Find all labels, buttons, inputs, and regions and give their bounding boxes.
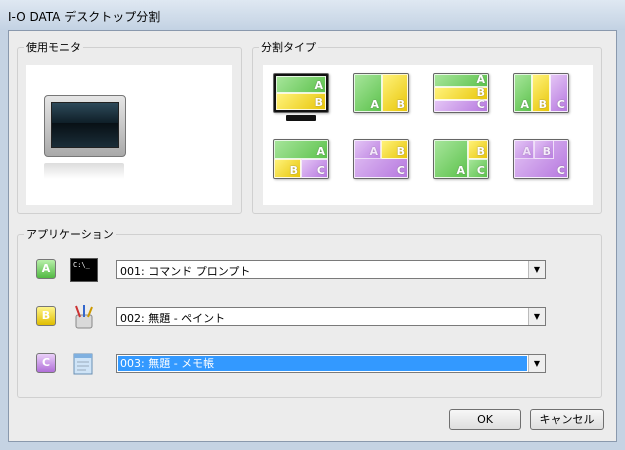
monitor-group-label: 使用モニタ — [26, 41, 81, 54]
application-group: アプリケーション A C:\_ 001: コマンド プロンプト ▼ B 002:… — [17, 226, 602, 398]
badge-b: B — [36, 306, 56, 326]
dialog-client: 使用モニタ 分割タイプ A B A B A B C A B C A B C C … — [8, 30, 617, 442]
split-type-ab-vertical[interactable]: A B — [353, 73, 409, 113]
split-type-abc-rows[interactable]: A B C — [433, 73, 489, 113]
monitor-reflection — [44, 163, 124, 179]
split-type-group-label: 分割タイプ — [261, 41, 316, 54]
app-select-a[interactable]: 001: コマンド プロンプト ▼ — [116, 260, 546, 279]
notepad-icon — [70, 352, 98, 376]
cancel-button[interactable]: キャンセル — [530, 409, 604, 430]
monitor-list — [26, 65, 232, 205]
app-row-a: A C:\_ 001: コマンド プロンプト ▼ — [36, 258, 556, 282]
ok-button[interactable]: OK — [449, 409, 521, 430]
app-select-c[interactable]: 003: 無題 - メモ帳 ▼ — [116, 354, 546, 373]
split-type-gallery: A B A B A B C A B C A B C C A B A B C C … — [263, 65, 593, 205]
app-select-b[interactable]: 002: 無題 - ペイント ▼ — [116, 307, 546, 326]
monitor-group: 使用モニタ — [17, 39, 242, 214]
application-group-label: アプリケーション — [26, 228, 114, 241]
chevron-down-icon[interactable]: ▼ — [528, 355, 545, 372]
app-select-a-value: 001: コマンド プロンプト — [120, 265, 251, 278]
split-type-group: 分割タイプ A B A B A B C A B C A B C C A B A … — [252, 39, 602, 214]
app-row-b: B 002: 無題 - ペイント ▼ — [36, 305, 556, 329]
app-row-c: C 003: 無題 - メモ帳 ▼ — [36, 352, 556, 376]
split-type-a-top-bc-bottom[interactable]: A B C — [273, 139, 329, 179]
command-prompt-icon: C:\_ — [70, 258, 98, 282]
app-window: I-O DATA デスクトップ分割 使用モニタ 分割タイプ A B A B A … — [0, 0, 625, 450]
chevron-down-icon[interactable]: ▼ — [528, 261, 545, 278]
split-type-abc-columns[interactable]: A B C — [513, 73, 569, 113]
monitor-icon[interactable] — [44, 95, 126, 157]
monitor-stand — [286, 115, 316, 121]
split-type-ab-left-c-right[interactable]: C A B — [353, 139, 409, 179]
split-type-diagonal-abc[interactable]: C A B — [513, 139, 569, 179]
split-type-ab-horizontal[interactable]: A B — [273, 73, 329, 113]
app-select-b-value: 002: 無題 - ペイント — [120, 312, 226, 325]
badge-a: A — [36, 259, 56, 279]
app-select-c-value: 003: 無題 - メモ帳 — [118, 356, 527, 371]
window-title: I-O DATA デスクトップ分割 — [8, 10, 161, 24]
badge-c: C — [36, 353, 56, 373]
chevron-down-icon[interactable]: ▼ — [528, 308, 545, 325]
paint-icon — [70, 305, 98, 329]
split-type-a-left-bc-right[interactable]: A B C — [433, 139, 489, 179]
title-bar[interactable]: I-O DATA デスクトップ分割 — [0, 0, 625, 30]
